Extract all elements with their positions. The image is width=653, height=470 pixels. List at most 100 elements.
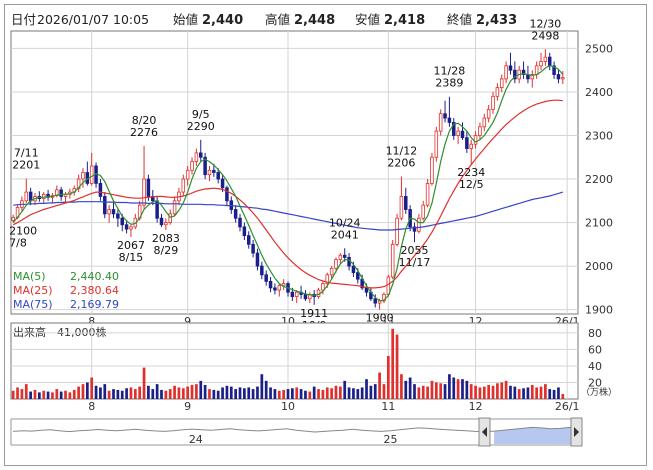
legend-ma75-value: 2,169.79	[70, 298, 119, 311]
volume-bar	[256, 386, 259, 399]
volume-bar	[413, 384, 416, 399]
candle-body	[491, 95, 495, 110]
volume-bar	[360, 387, 364, 399]
annotation-label: 2389	[435, 77, 463, 90]
candle-body	[181, 178, 186, 193]
volume-bar	[334, 385, 338, 399]
annotation-label: 2276	[130, 126, 158, 139]
volume-bar	[33, 389, 37, 399]
volume-bar	[77, 386, 80, 399]
candle-body	[351, 265, 356, 274]
navigator-left-handle[interactable]	[478, 417, 491, 447]
volume-bar	[286, 389, 290, 399]
candle-body	[142, 178, 146, 206]
volume-bar	[291, 388, 294, 399]
volume-bar	[530, 384, 534, 399]
volume-bar	[526, 387, 530, 399]
volume-bar	[260, 374, 264, 399]
volume-bar	[299, 389, 303, 399]
volume-bar	[120, 390, 124, 399]
volume-x-axis: 8 9 10 11 12 26/1	[88, 400, 579, 413]
candle-body	[220, 178, 225, 189]
volume-bar	[129, 387, 133, 399]
volume-bar	[208, 389, 211, 399]
close-value: 2,433	[476, 13, 517, 28]
volume-y-tick-label: 80	[588, 327, 602, 340]
volume-bar	[417, 387, 421, 399]
candle-body	[103, 196, 107, 215]
candle-body	[242, 226, 247, 237]
volume-bar	[81, 384, 85, 399]
price-y-tick-label: 2400	[585, 86, 613, 99]
candle-body	[107, 209, 111, 215]
volume-bar	[59, 391, 63, 399]
volume-bar	[90, 377, 94, 399]
candle-body	[146, 178, 151, 197]
volume-bar	[548, 389, 552, 399]
candle-body	[273, 287, 277, 291]
candle-body	[364, 287, 369, 293]
volume-bar	[552, 389, 556, 399]
candle-body	[185, 169, 190, 180]
volume-bar	[273, 389, 277, 399]
candle-body	[11, 216, 15, 221]
volume-bar	[443, 384, 447, 399]
volume-max-label: 41,000株	[57, 325, 107, 339]
price-y-tick-label: 2000	[585, 260, 613, 273]
legend-ma25-value: 2,380.64	[70, 284, 119, 297]
candle-body	[561, 77, 565, 80]
volume-bar	[513, 386, 517, 399]
navigator[interactable]: 24 25	[10, 417, 583, 447]
volume-bar	[487, 384, 491, 399]
navigator-right-handle[interactable]	[570, 417, 583, 447]
volume-bar	[103, 384, 107, 399]
candle-body	[543, 56, 548, 62]
volume-bar	[42, 390, 46, 399]
price-y-tick-label: 2300	[585, 129, 613, 142]
volume-bar	[151, 389, 155, 399]
volume-bar	[238, 387, 242, 399]
candle-body	[124, 224, 129, 230]
volume-bar	[24, 384, 28, 399]
volume-bar	[116, 389, 120, 399]
candle-body	[303, 294, 308, 300]
volume-bar	[456, 379, 460, 399]
annotation-label: 2201	[12, 159, 40, 172]
volume-bar	[304, 390, 307, 399]
volume-bar	[190, 384, 194, 399]
legend-ma75-name: MA(75)	[13, 298, 53, 311]
candle-body	[199, 152, 203, 158]
volume-x-tick-label: 8	[88, 400, 95, 413]
volume-bar	[173, 385, 176, 399]
volume-bar	[474, 385, 477, 399]
candle-body	[190, 161, 194, 171]
candle-body	[342, 254, 347, 258]
candle-body	[486, 108, 491, 119]
candle-body	[111, 209, 116, 215]
candle-body	[89, 165, 94, 184]
volume-x-tick-label: 26/1	[555, 400, 580, 413]
close-label: 終値	[447, 12, 472, 27]
volume-bar	[225, 385, 229, 399]
volume-bar	[373, 384, 377, 399]
volume-bar	[369, 385, 373, 399]
candle-body	[225, 187, 229, 202]
candle-body	[59, 189, 63, 197]
candle-body	[294, 291, 299, 297]
date-value: 2026/01/07 10:05	[37, 12, 149, 27]
volume-bar	[347, 387, 351, 399]
volume-bar	[94, 385, 98, 399]
volume-bar	[539, 386, 543, 399]
volume-bar	[400, 374, 403, 399]
volume-bar	[469, 384, 473, 399]
volume-bar	[295, 387, 299, 399]
volume-bar	[38, 392, 41, 399]
volume-bar	[51, 392, 54, 399]
navigator-year-label: 24	[189, 433, 203, 446]
annotation-label: 2206	[387, 156, 415, 169]
volume-bar	[247, 387, 251, 399]
volume-bar	[465, 380, 469, 399]
volume-bar	[125, 388, 128, 399]
low-value: 2,418	[384, 13, 425, 28]
legend-ma5-name: MA(5)	[13, 270, 46, 283]
